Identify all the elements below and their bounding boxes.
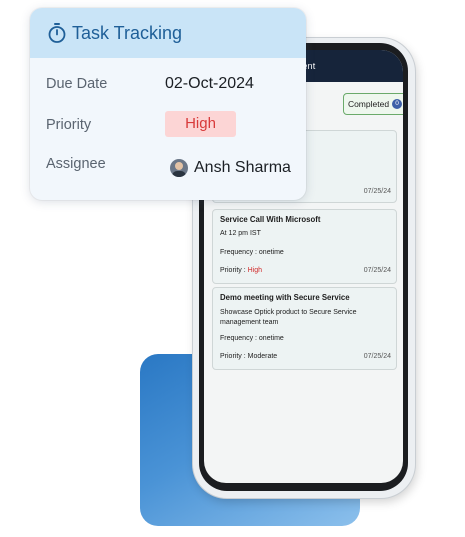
assignee-name: Ansh Sharma (194, 159, 291, 176)
task-card[interactable]: Demo meeting with Secure Service Showcas… (212, 287, 397, 370)
due-date-value: 02-Oct-2024 (165, 75, 254, 92)
assignee-label: Assignee (46, 156, 106, 172)
tab-completed-count: 0 (392, 99, 403, 109)
task-priority-label: Priority : (220, 267, 246, 274)
avatar (170, 159, 188, 177)
task-description: At 12 pm IST (220, 230, 261, 237)
task-priority-label: Priority : (220, 353, 246, 360)
task-tracking-card: Task Tracking Due Date 02-Oct-2024 Prior… (30, 8, 306, 200)
stopwatch-icon (48, 23, 66, 43)
task-card[interactable]: Service Call With Microsoft At 12 pm IST… (212, 209, 397, 284)
task-date: 07/25/24 (363, 267, 391, 274)
task-title: Service Call With Microsoft (220, 215, 321, 224)
due-date-label: Due Date (46, 76, 108, 92)
task-priority: Priority : High (220, 267, 262, 274)
task-priority-value: High (247, 267, 263, 274)
task-tracking-header: Task Tracking (30, 8, 306, 58)
task-frequency: Frequency : onetime (220, 335, 284, 342)
task-date: 07/25/24 (363, 188, 391, 195)
task-priority-value: Moderate (247, 353, 278, 360)
task-date: 07/25/24 (363, 353, 391, 360)
task-title: Demo meeting with Secure Service (220, 293, 350, 302)
tab-completed[interactable]: Completed 0 (343, 93, 403, 115)
task-priority: Priority : Moderate (220, 353, 277, 360)
tab-completed-label: Completed (347, 99, 390, 109)
task-frequency: Frequency : onetime (220, 249, 284, 256)
task-tracking-title: Task Tracking (72, 23, 183, 43)
task-description: Showcase Optick product to Secure Servic… (220, 309, 357, 326)
priority-badge: High (165, 111, 236, 137)
priority-label: Priority (46, 117, 92, 133)
